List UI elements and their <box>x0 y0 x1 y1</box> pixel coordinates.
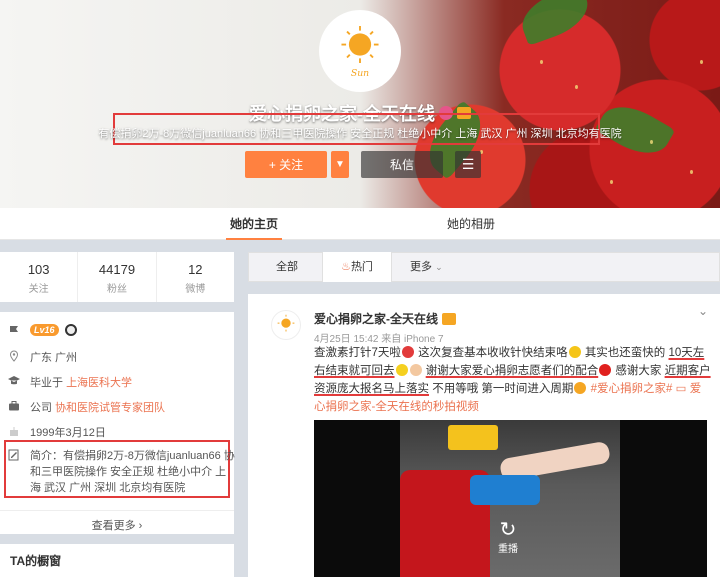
info-location-row: 广东 广州 <box>8 349 77 365</box>
location-icon <box>9 350 19 362</box>
post-card: 爱心捐卵之家-全天在线 4月25日 15:42 来自 iPhone 7 ⌄ 查激… <box>248 294 720 577</box>
post-text: 查激素打针7天啦 这次复查基本收收针快结束咯 其实也还蛮快的 10天左右结束就可… <box>314 344 712 416</box>
info-company-row: 公司 协和医院试管专家团队 <box>8 399 165 415</box>
tab-more-label: 更多 <box>410 261 432 273</box>
stat-number: 103 <box>27 262 50 277</box>
stat-number: 12 <box>188 262 203 277</box>
post-text-part: 查激素打针7天啦 <box>314 347 401 359</box>
tab-home[interactable]: 她的主页 <box>226 208 283 240</box>
info-birthday-row: 1999年3月12日 <box>8 424 106 440</box>
sun-logo-icon <box>277 314 295 332</box>
showcase-title: TA的橱窗 <box>10 554 62 568</box>
flag-icon <box>10 326 18 336</box>
crown-badge-icon[interactable] <box>442 312 456 325</box>
stats-card: 103 关注 44179 粉丝 12 微博 <box>0 252 234 302</box>
tab-hot[interactable]: ♨热门 <box>322 252 392 282</box>
video-player[interactable]: ↻ 重播 <box>314 420 707 577</box>
leaf-decoration <box>515 0 595 46</box>
info-bio-row: 简介：有偿捐卵2万-8万微信juanluan66 协和三甲医院操作 安全正规 杜… <box>8 448 236 496</box>
follow-dropdown-button[interactable]: ▼ <box>331 151 349 178</box>
post-text-part: 感谢大家 <box>615 365 662 377</box>
post-author[interactable]: 爱心捐卵之家-全天在线 <box>314 310 456 327</box>
angry-emoji-icon <box>401 346 414 358</box>
chevron-down-icon: ⌄ <box>435 262 443 272</box>
stat-following[interactable]: 103 关注 <box>0 252 79 302</box>
heart-emoji-icon <box>599 364 612 376</box>
follow-button[interactable]: + 关注 <box>245 151 327 178</box>
location-text: 广东 广州 <box>30 352 78 364</box>
school-prefix: 毕业于 <box>30 377 63 389</box>
post-options-icon[interactable]: ⌄ <box>698 304 708 318</box>
birthday-icon <box>10 427 18 436</box>
replay-label: 重播 <box>498 544 518 555</box>
profile-avatar[interactable]: Sun <box>319 10 401 92</box>
company-prefix: 公司 <box>30 402 52 414</box>
post-text-underlined: 谢谢大家爱心捐卵志愿者们的配合 <box>425 365 599 377</box>
info-level-row: Lv16 <box>8 324 77 337</box>
briefcase-icon <box>9 401 19 411</box>
hamburger-icon: ☰ <box>461 156 475 172</box>
caret-down-icon: ▼ <box>335 159 345 170</box>
sun-logo-icon: Sun <box>341 25 379 79</box>
stat-label: 关注 <box>28 284 49 295</box>
see-more-link[interactable]: 查看更多 › <box>0 510 234 533</box>
post-author-name: 爱心捐卵之家-全天在线 <box>314 312 438 326</box>
feed-tabs: 全部 ♨热门 更多 ⌄ <box>248 252 720 282</box>
edit-icon <box>8 449 19 461</box>
video-icon: ▭ <box>675 383 687 395</box>
more-menu-button[interactable]: ☰ <box>455 151 481 178</box>
tab-all[interactable]: 全部 <box>276 252 298 282</box>
stat-label: 粉丝 <box>106 284 127 295</box>
post-text-part: 这次复查基本收收针快结束咯 <box>418 347 568 359</box>
message-button[interactable]: 私信 <box>361 151 443 178</box>
panda-icon <box>64 324 77 336</box>
svg-text:Sun: Sun <box>351 68 369 79</box>
stat-posts[interactable]: 12 微博 <box>157 252 234 302</box>
victory-emoji-icon <box>409 364 422 376</box>
grimace-emoji-icon <box>568 346 581 358</box>
tab-photos[interactable]: 她的相册 <box>447 208 495 240</box>
info-card: Lv16 广东 广州 毕业于 上海医科大学 公司 协和医院试管专家团队 1999… <box>0 312 236 534</box>
showcase-card: TA的橱窗 <box>0 544 234 577</box>
info-school-row: 毕业于 上海医科大学 <box>8 374 132 390</box>
tab-hot-label: 热门 <box>350 261 373 273</box>
stat-number: 44179 <box>98 262 136 277</box>
profile-actions: + 关注 ▼ 私信 ☰ <box>245 151 481 178</box>
company-link[interactable]: 协和医院试管专家团队 <box>55 399 165 415</box>
hashtag-link[interactable]: #爱心捐卵之家# <box>591 383 673 395</box>
replay-icon: ↻ <box>499 519 517 541</box>
birthday-text: 1999年3月12日 <box>30 427 106 439</box>
post-author-avatar[interactable] <box>271 310 301 340</box>
stat-label: 微博 <box>185 284 206 295</box>
stat-followers[interactable]: 44179 粉丝 <box>78 252 157 302</box>
profile-tabbar: 她的主页 她的相册 <box>0 208 720 240</box>
school-link[interactable]: 上海医科大学 <box>66 374 132 390</box>
fire-icon: ♨ <box>341 261 351 273</box>
level-badge[interactable]: Lv16 <box>30 324 59 336</box>
post-meta[interactable]: 4月25日 15:42 来自 iPhone 7 <box>314 330 444 345</box>
replay-button[interactable]: ↻ 重播 <box>498 520 518 555</box>
star-emoji-icon <box>395 364 408 376</box>
post-text-part: 不用等哦 第一时间进入周期 <box>432 383 574 395</box>
graduation-cap-icon <box>8 376 20 385</box>
bio-text: 简介：有偿捐卵2万-8万微信juanluan66 协和三甲医院操作 安全正规 杜… <box>30 450 235 494</box>
profile-intro: 有偿捐卵2万-8万微信juanluan66 协和三甲医院操作 安全正规 杜绝小中… <box>98 128 622 140</box>
post-text-part: 其实也还蛮快的 <box>584 347 666 359</box>
tab-more[interactable]: 更多 ⌄ <box>410 252 443 282</box>
smile-emoji-icon <box>574 382 587 394</box>
